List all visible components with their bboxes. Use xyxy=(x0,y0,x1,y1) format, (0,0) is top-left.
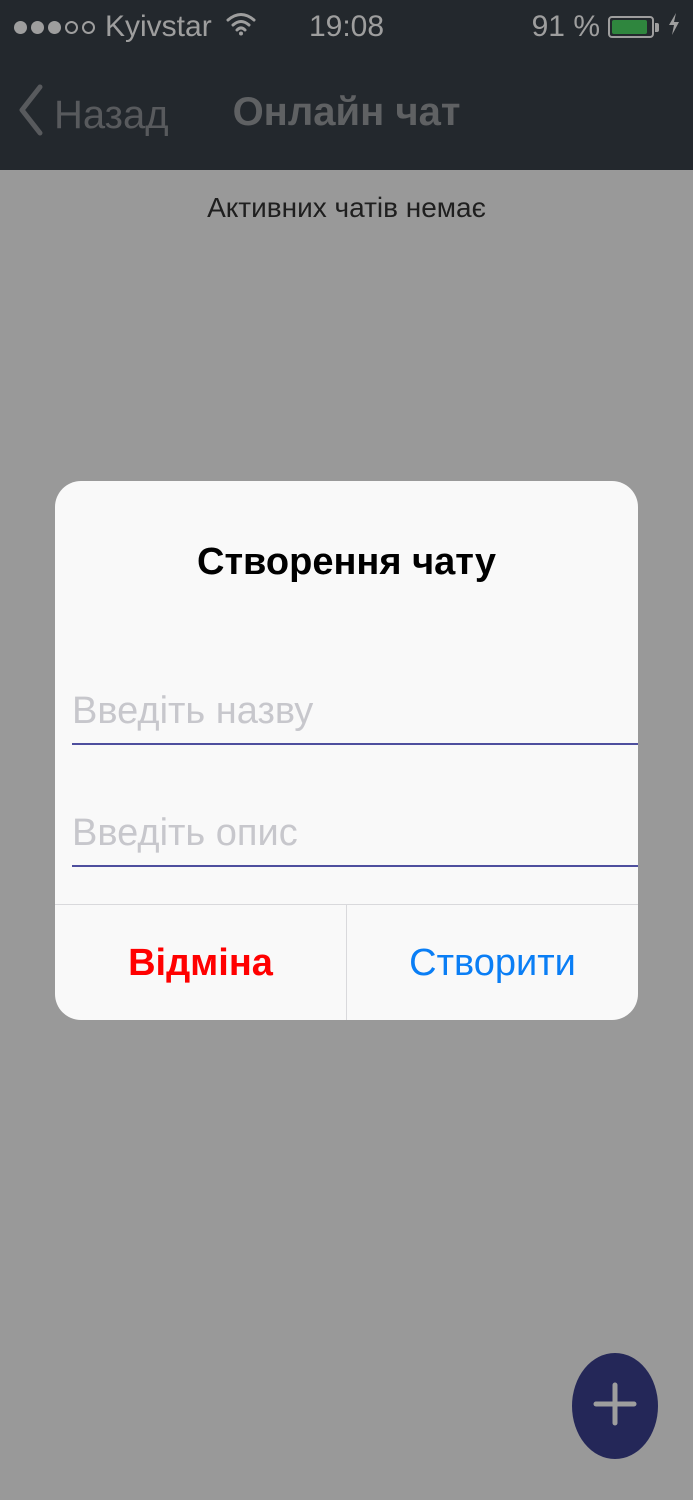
create-button[interactable]: Створити xyxy=(347,905,638,1020)
cancel-button[interactable]: Відміна xyxy=(55,905,347,1020)
create-chat-dialog: Створення чату Відміна Створити xyxy=(55,481,638,1020)
chat-name-input[interactable] xyxy=(72,679,638,745)
dialog-title: Створення чату xyxy=(197,541,496,583)
chat-description-input[interactable] xyxy=(72,801,638,867)
dialog-actions: Відміна Створити xyxy=(55,904,638,1020)
